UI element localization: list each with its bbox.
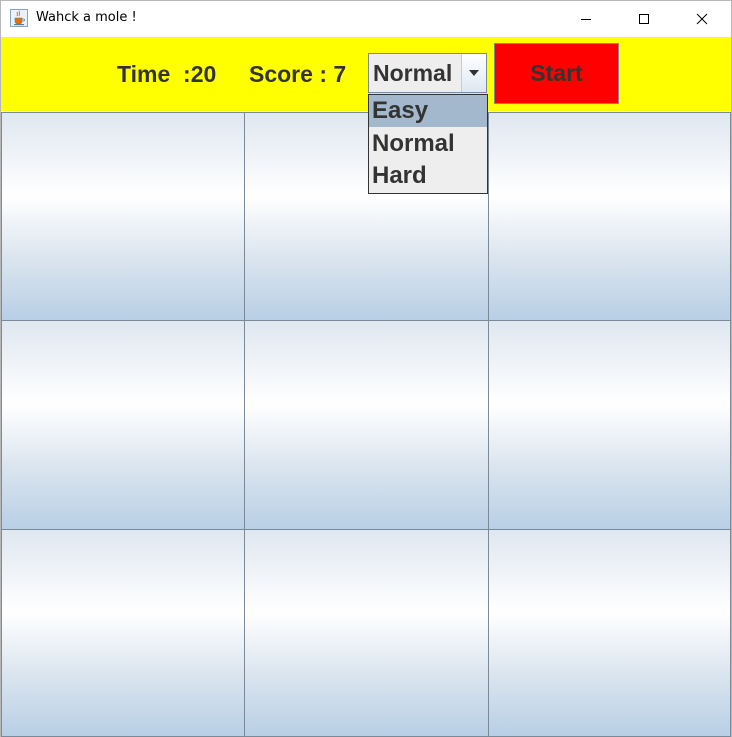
hole-button-7[interactable]: [1, 529, 245, 737]
maximize-button[interactable]: [615, 1, 673, 36]
close-icon: [696, 13, 708, 24]
time-label: Time :20: [117, 61, 217, 87]
hole-button-8[interactable]: [244, 529, 489, 737]
maximize-icon: [639, 13, 649, 24]
window-title: Wahck a mole !: [36, 10, 137, 25]
difficulty-dropdown-button[interactable]: [461, 54, 486, 92]
game-window: Wahck a mole ! Time :20 Score : 7 Normal: [0, 0, 732, 737]
hole-button-3[interactable]: [488, 112, 731, 321]
control-panel: Time :20 Score : 7 Normal Start: [1, 37, 731, 111]
mole-grid: [1, 112, 731, 737]
difficulty-combobox[interactable]: Normal: [368, 53, 487, 93]
difficulty-option-hard[interactable]: Hard: [369, 160, 487, 192]
java-cup-icon: [10, 9, 28, 27]
minimize-icon: [581, 18, 591, 20]
hole-button-6[interactable]: [488, 320, 731, 530]
hole-button-1[interactable]: [1, 112, 245, 321]
hole-button-9[interactable]: [488, 529, 731, 737]
difficulty-selected-value: Normal: [373, 60, 453, 86]
start-button[interactable]: Start: [494, 43, 619, 104]
close-button[interactable]: [673, 1, 731, 36]
chevron-down-icon: [469, 70, 479, 76]
minimize-button[interactable]: [557, 1, 615, 36]
title-bar[interactable]: Wahck a mole !: [1, 1, 731, 36]
hole-button-4[interactable]: [1, 320, 245, 530]
score-label: Score : 7: [249, 61, 347, 87]
difficulty-dropdown-list: Easy Normal Hard: [368, 94, 488, 194]
difficulty-option-easy[interactable]: Easy: [369, 95, 487, 127]
hole-button-5[interactable]: [244, 320, 489, 530]
difficulty-option-normal[interactable]: Normal: [369, 128, 487, 160]
